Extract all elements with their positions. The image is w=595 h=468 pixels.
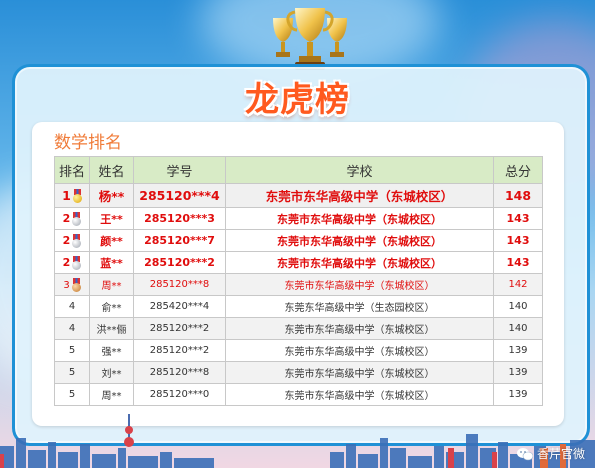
bronze-medal-icon: [71, 277, 81, 292]
name-cell: 周**: [89, 273, 134, 296]
score-cell: 143: [493, 207, 543, 230]
rank-number: 2: [62, 233, 71, 247]
rank-number: 2: [62, 255, 71, 269]
name-cell: 杨**: [89, 183, 134, 208]
rank-cell: 2: [54, 207, 90, 230]
score-cell: 140: [493, 317, 543, 340]
name-cell: 周**: [89, 383, 134, 406]
silver-medal-icon: [72, 255, 82, 270]
silver-medal-icon: [72, 233, 82, 248]
page-title: 龙虎榜: [245, 80, 350, 120]
score-cell: 139: [493, 361, 543, 384]
student-id-cell: 285120***7: [133, 229, 226, 252]
name-cell: 颜**: [89, 229, 134, 252]
student-id-cell: 285120***8: [133, 273, 226, 296]
student-id-cell: 285120***4: [133, 183, 226, 208]
school-cell: 东莞市东华高级中学（东城校区）: [225, 207, 494, 230]
student-id-cell: 285120***2: [133, 317, 226, 340]
rank-number: 1: [62, 187, 71, 203]
city-skyline-decoration: [0, 414, 595, 468]
wechat-icon: [516, 447, 533, 460]
table-row: 5 强** 285120***2 东莞市东华高级中学（东城校区） 139: [54, 339, 543, 362]
header-student-id: 学号: [133, 156, 226, 184]
header-score: 总分: [493, 156, 543, 184]
school-cell: 东莞市东华高级中学（东城校区）: [225, 361, 494, 384]
watermark-text: 香芹官微: [536, 447, 585, 461]
score-cell: 139: [493, 383, 543, 406]
ranking-table: 排名 姓名 学号 学校 总分 1 杨** 285120***4 东莞市东华高级中…: [54, 156, 543, 406]
school-cell: 东莞市东华高级中学（东城校区）: [225, 183, 494, 208]
score-cell: 148: [493, 183, 543, 208]
table-row: 3 周** 285120***8 东莞市东华高级中学（东城校区） 142: [54, 273, 543, 296]
table-row: 4 俞** 285420***4 东莞东华高级中学（生态园校区） 140: [54, 295, 543, 318]
school-cell: 东莞市东华高级中学（东城校区）: [225, 273, 494, 296]
rank-number: 3: [63, 279, 70, 291]
name-cell: 强**: [89, 339, 134, 362]
school-cell: 东莞市东华高级中学（东城校区）: [225, 229, 494, 252]
table-row: 2 蓝** 285120***2 东莞市东华高级中学（东城校区） 143: [54, 251, 543, 274]
rank-cell: 1: [54, 183, 90, 208]
rank-cell: 2: [54, 251, 90, 274]
name-cell: 蓝**: [89, 251, 134, 274]
gold-medal-icon: [72, 189, 82, 204]
rank-cell: 5: [54, 383, 90, 406]
table-row: 4 洪**俪 285120***2 东莞市东华高级中学（东城校区） 140: [54, 317, 543, 340]
school-cell: 东莞市东华高级中学（东城校区）: [225, 317, 494, 340]
student-id-cell: 285120***2: [133, 339, 226, 362]
header-name: 姓名: [89, 156, 134, 184]
score-cell: 143: [493, 229, 543, 252]
student-id-cell: 285120***0: [133, 383, 226, 406]
name-cell: 洪**俪: [89, 317, 134, 340]
rank-cell: 5: [54, 361, 90, 384]
rank-cell: 5: [54, 339, 90, 362]
wechat-watermark: 香芹官微: [516, 445, 585, 462]
score-cell: 143: [493, 251, 543, 274]
table-row: 5 周** 285120***0 东莞市东华高级中学（东城校区） 139: [54, 383, 543, 406]
rank-cell: 3: [54, 273, 90, 296]
table-header-row: 排名 姓名 学号 学校 总分: [54, 156, 543, 184]
header-school: 学校: [225, 156, 494, 184]
score-cell: 140: [493, 295, 543, 318]
student-id-cell: 285420***4: [133, 295, 226, 318]
rank-cell: 4: [54, 295, 90, 318]
name-cell: 刘**: [89, 361, 134, 384]
name-cell: 王**: [89, 207, 134, 230]
school-cell: 东莞市东华高级中学（东城校区）: [225, 251, 494, 274]
school-cell: 东莞市东华高级中学（东城校区）: [225, 383, 494, 406]
score-cell: 142: [493, 273, 543, 296]
name-cell: 俞**: [89, 295, 134, 318]
student-id-cell: 285120***3: [133, 207, 226, 230]
table-row: 1 杨** 285120***4 东莞市东华高级中学（东城校区） 148: [54, 183, 543, 208]
header-rank: 排名: [54, 156, 90, 184]
silver-medal-icon: [72, 211, 82, 226]
section-title: 数学排名: [54, 133, 122, 153]
table-row: 5 刘** 285120***8 东莞市东华高级中学（东城校区） 139: [54, 361, 543, 384]
student-id-cell: 285120***2: [133, 251, 226, 274]
rank-number: 2: [62, 211, 71, 225]
score-cell: 139: [493, 339, 543, 362]
student-id-cell: 285120***8: [133, 361, 226, 384]
rank-cell: 4: [54, 317, 90, 340]
table-row: 2 王** 285120***3 东莞市东华高级中学（东城校区） 143: [54, 207, 543, 230]
table-row: 2 颜** 285120***7 东莞市东华高级中学（东城校区） 143: [54, 229, 543, 252]
rank-cell: 2: [54, 229, 90, 252]
school-cell: 东莞东华高级中学（生态园校区）: [225, 295, 494, 318]
school-cell: 东莞市东华高级中学（东城校区）: [225, 339, 494, 362]
